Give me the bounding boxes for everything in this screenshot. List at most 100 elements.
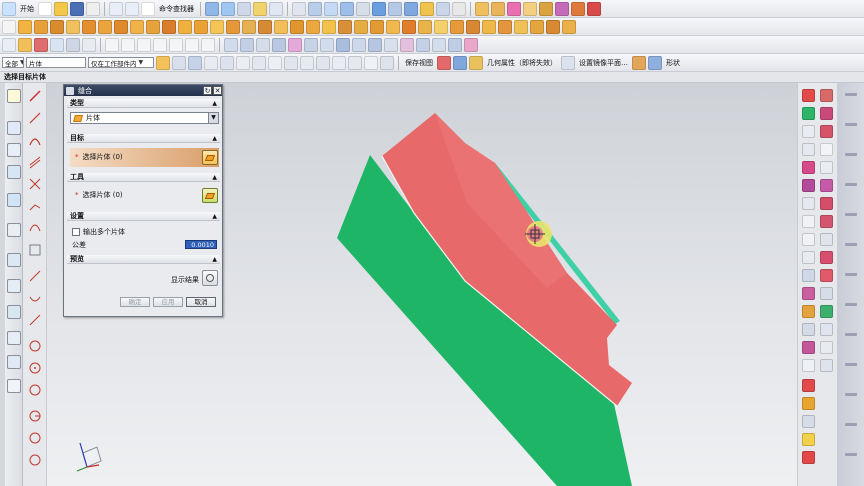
right-tool-icon-8[interactable] — [820, 143, 833, 156]
sew-icon[interactable] — [322, 19, 336, 34]
right-tool-icon-9[interactable] — [802, 161, 815, 174]
view-icon-1[interactable] — [437, 55, 451, 70]
surface-icon-11[interactable] — [384, 37, 398, 52]
tool-icon-16[interactable] — [452, 1, 466, 16]
surface-icon-5[interactable] — [288, 37, 302, 52]
trim-curve-icon[interactable] — [28, 177, 42, 191]
right-tool-icon-12[interactable] — [820, 179, 833, 192]
target-selection-row[interactable]: * 选择片体 (0) — [70, 148, 219, 167]
split-body-icon[interactable] — [306, 19, 320, 34]
scope-select[interactable]: 仅在工作部件内 ▼ — [88, 57, 154, 68]
layer-icon[interactable] — [546, 19, 560, 34]
section-view-icon[interactable] — [514, 19, 528, 34]
shape-icon-1[interactable] — [632, 55, 646, 70]
tool-icon-4[interactable] — [253, 1, 267, 16]
command-finder-icon[interactable] — [141, 1, 155, 16]
extrude-icon[interactable] — [18, 19, 32, 34]
view-icon-3[interactable] — [469, 55, 483, 70]
delete-face-icon[interactable] — [402, 19, 416, 34]
resource-bar-icon-5[interactable] — [7, 193, 21, 207]
right-tool-icon-1[interactable] — [802, 89, 815, 102]
apply-button[interactable]: 应用 — [153, 297, 183, 307]
view-icon-2[interactable] — [453, 55, 467, 70]
start-menu-button[interactable]: 开始 — [18, 4, 36, 14]
tool-icon-11[interactable] — [372, 1, 386, 16]
join-curve-icon[interactable] — [28, 291, 42, 305]
tool-icon-2[interactable] — [221, 1, 235, 16]
snap-icon-8[interactable] — [268, 55, 282, 70]
right-tool-icon-28[interactable] — [820, 323, 833, 336]
curve-icon-6[interactable] — [82, 37, 96, 52]
boss-icon[interactable] — [66, 19, 80, 34]
tool-icon-14[interactable] — [420, 1, 434, 16]
circle-tool-icon-3[interactable] — [28, 383, 42, 397]
fillet-curve-icon[interactable] — [28, 243, 42, 257]
feature-icon-3[interactable] — [507, 1, 521, 16]
thicken-icon[interactable] — [354, 19, 368, 34]
right-tool-icon-33[interactable] — [802, 379, 815, 392]
measure-icon[interactable] — [498, 19, 512, 34]
slot-icon[interactable] — [114, 19, 128, 34]
snap-icon-11[interactable] — [316, 55, 330, 70]
save-view-button[interactable]: 保存视图 — [403, 58, 435, 68]
feature-icon-6[interactable] — [555, 1, 569, 16]
curve-icon-5[interactable] — [66, 37, 80, 52]
arc-tool-icon[interactable] — [28, 133, 42, 147]
circle-tool-icon-6[interactable] — [28, 453, 42, 467]
snap-icon-7[interactable] — [252, 55, 266, 70]
right-tool-icon-27[interactable] — [802, 323, 815, 336]
surface-icon-1[interactable] — [224, 37, 238, 52]
circle-tool-icon-4[interactable] — [28, 409, 42, 423]
circle-tool-icon-1[interactable] — [28, 339, 42, 353]
open-folder-icon[interactable] — [54, 1, 68, 16]
render-icon[interactable] — [530, 19, 544, 34]
start-menu-icon[interactable] — [2, 1, 16, 16]
hole-icon[interactable] — [50, 19, 64, 34]
right-tool-icon-30[interactable] — [820, 341, 833, 354]
tool-icon-7[interactable] — [308, 1, 322, 16]
output-multiple-option[interactable]: 输出多个片体 — [72, 227, 125, 237]
snap-icon-3[interactable] — [188, 55, 202, 70]
shape-icon-2[interactable] — [648, 55, 662, 70]
right-tool-icon-15[interactable] — [802, 215, 815, 228]
surface-icon-8[interactable] — [336, 37, 350, 52]
helix-icon[interactable] — [201, 37, 215, 52]
cut-icon[interactable] — [86, 1, 100, 16]
spline-icon[interactable] — [185, 37, 199, 52]
snap-icon-15[interactable] — [380, 55, 394, 70]
right-tool-icon-18[interactable] — [820, 233, 833, 246]
resource-bar-icon-1[interactable] — [7, 89, 21, 103]
snap-icon-10[interactable] — [300, 55, 314, 70]
datum-plane-icon[interactable] — [434, 19, 448, 34]
intersect-icon[interactable] — [178, 19, 192, 34]
right-tool-icon-14[interactable] — [820, 197, 833, 210]
offset-face-icon[interactable] — [338, 19, 352, 34]
feature-icon-7[interactable] — [571, 1, 585, 16]
dialog-gear-icon[interactable] — [66, 86, 74, 95]
snap-icon-13[interactable] — [348, 55, 362, 70]
right-tool-icon-20[interactable] — [820, 251, 833, 264]
surface-icon-10[interactable] — [368, 37, 382, 52]
resource-bar-icon-7[interactable] — [7, 253, 21, 267]
feature-icon-8[interactable] — [587, 1, 601, 16]
right-tool-icon-32[interactable] — [820, 359, 833, 372]
resource-bar-icon-11[interactable] — [7, 355, 21, 369]
right-tool-icon-17[interactable] — [802, 233, 815, 246]
trim-body-icon[interactable] — [290, 19, 304, 34]
point-icon[interactable] — [482, 19, 496, 34]
surface-icon-2[interactable] — [240, 37, 254, 52]
cancel-button[interactable]: 取消 — [186, 297, 216, 307]
right-tool-icon-35[interactable] — [802, 415, 815, 428]
surface-icon-12[interactable] — [400, 37, 414, 52]
surface-icon-7[interactable] — [320, 37, 334, 52]
feature-icon-5[interactable] — [539, 1, 553, 16]
surface-icon-16[interactable] — [464, 37, 478, 52]
right-tool-icon-24[interactable] — [820, 287, 833, 300]
extend-curve-icon[interactable] — [28, 199, 42, 213]
right-tool-icon-7[interactable] — [802, 143, 815, 156]
right-tool-icon-10[interactable] — [820, 161, 833, 174]
edge-blend-icon[interactable] — [194, 19, 208, 34]
sketch-icon[interactable] — [2, 19, 16, 34]
tool-selection-row[interactable]: * 选择片体 (0) — [70, 186, 219, 205]
bridge-curve-icon[interactable] — [28, 221, 42, 235]
